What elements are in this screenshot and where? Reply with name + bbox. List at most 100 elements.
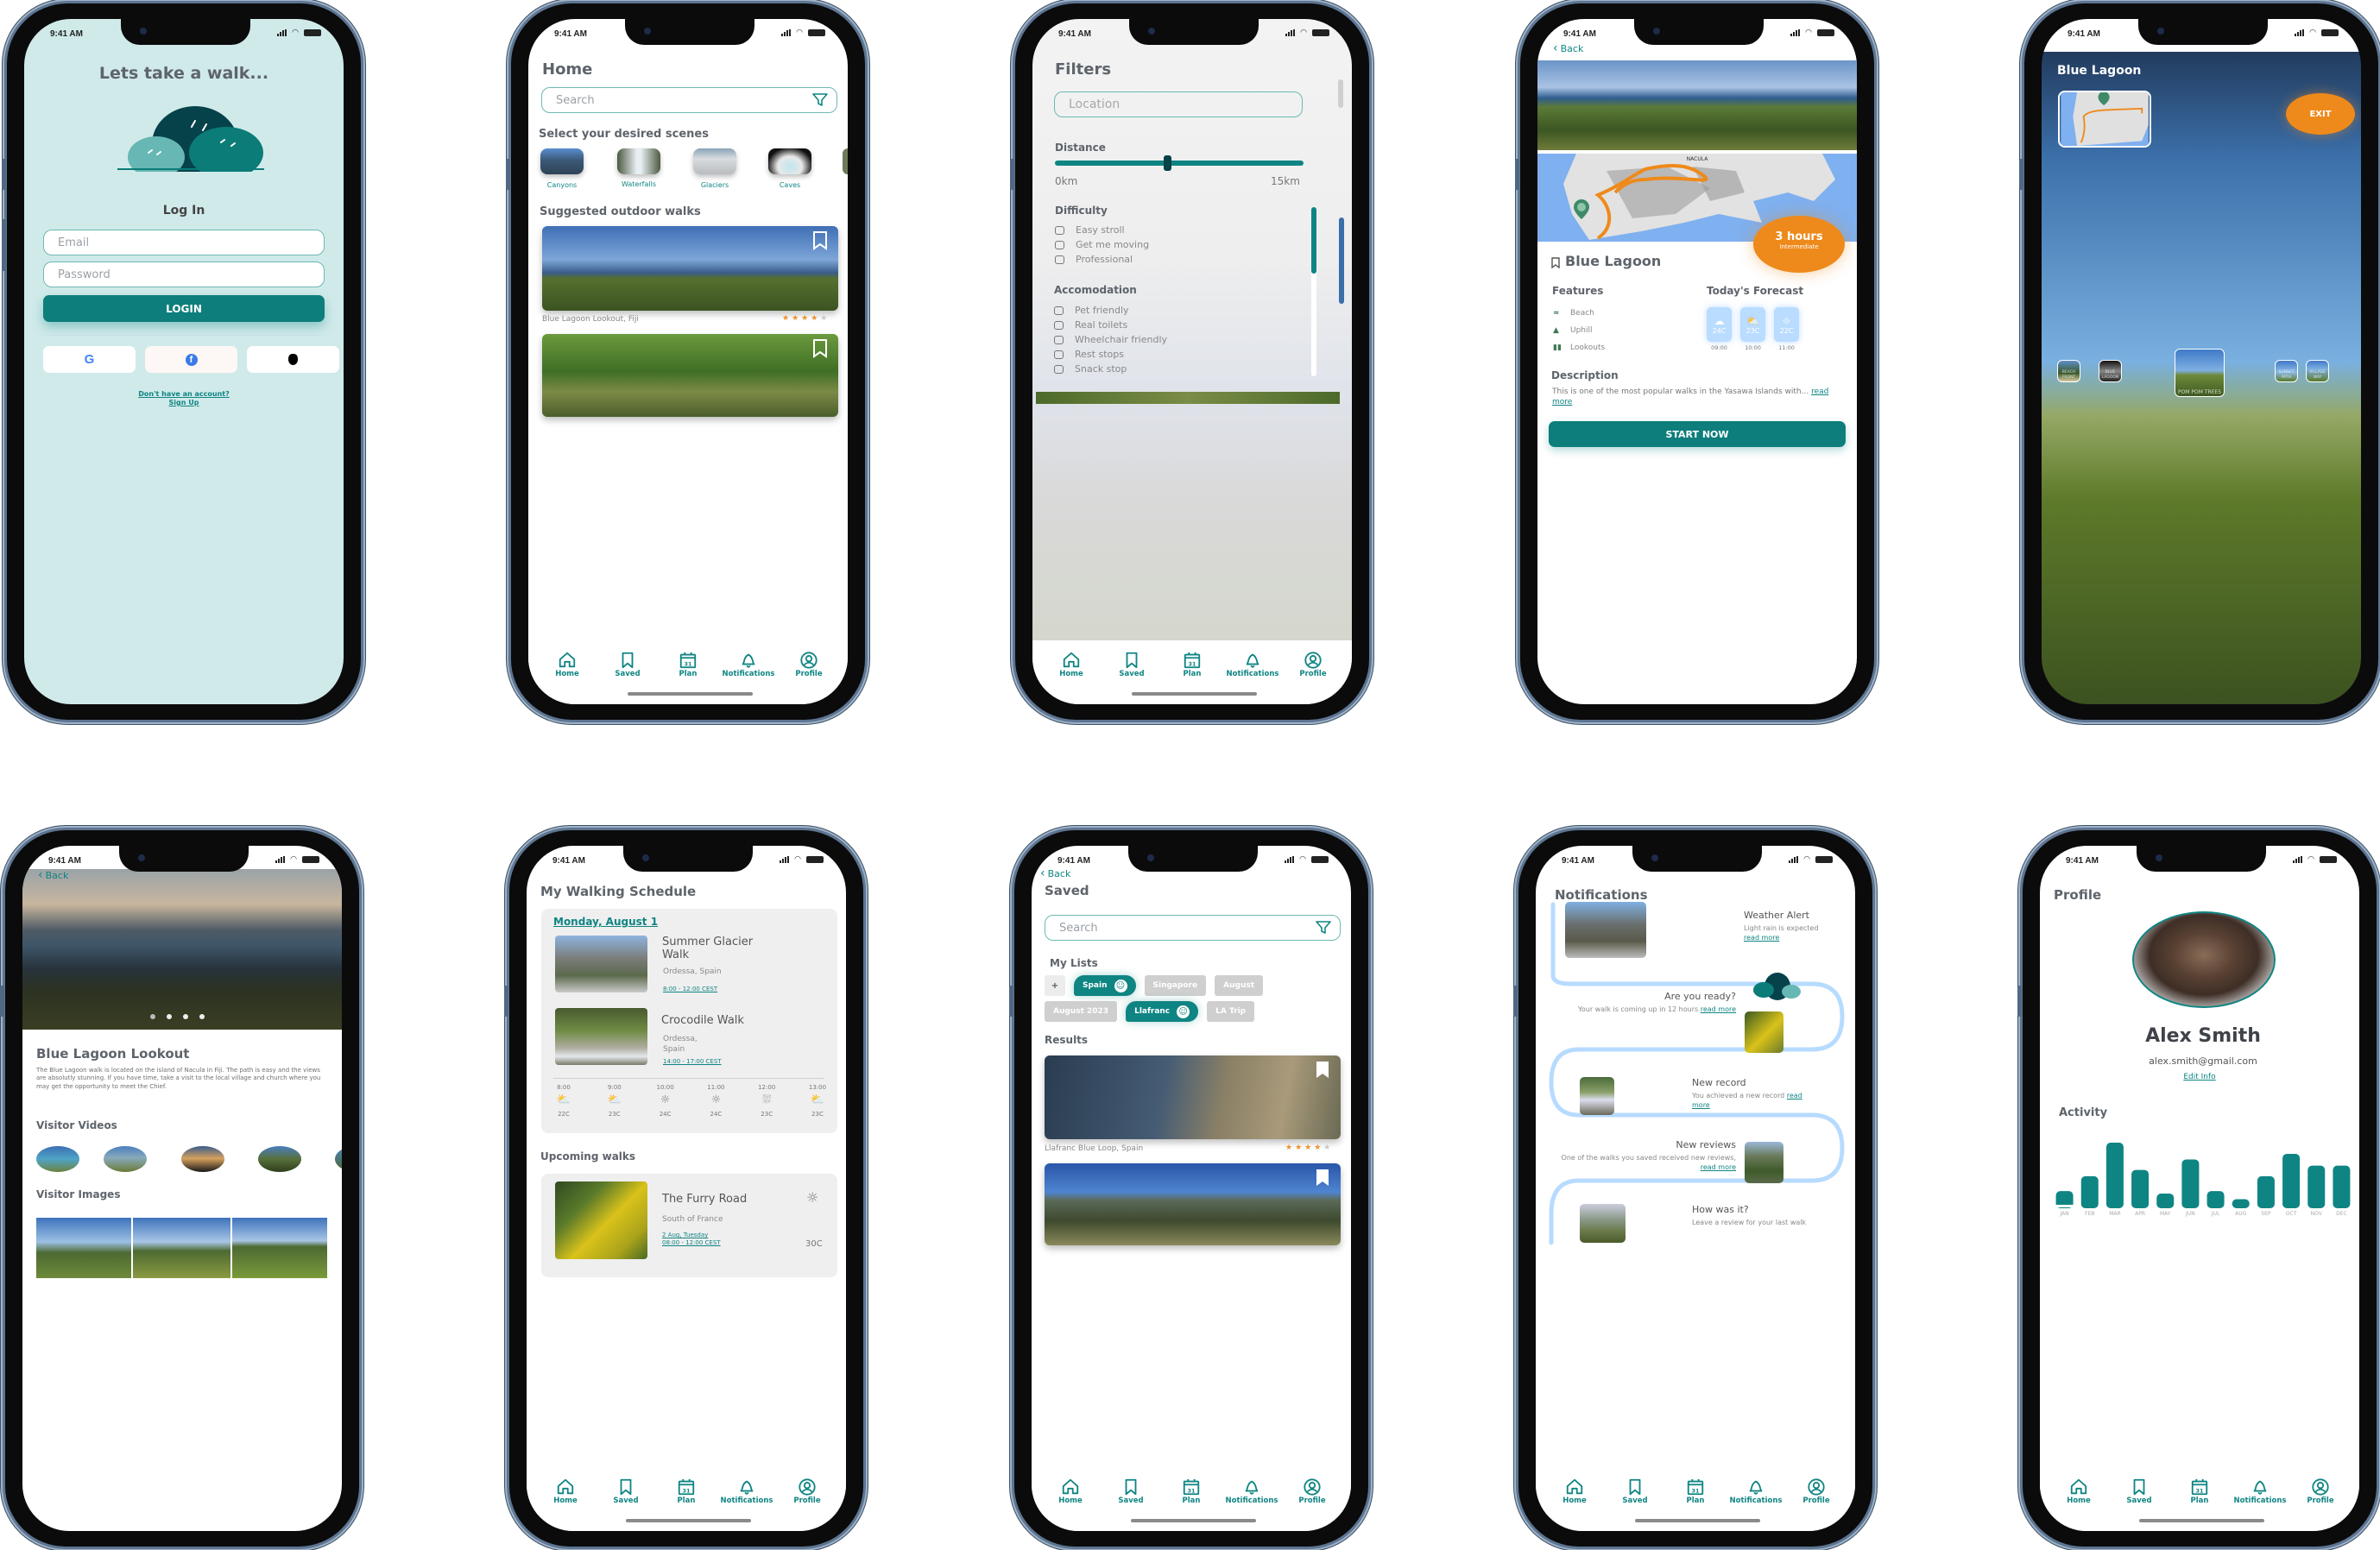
filter-icon[interactable] [1316, 921, 1331, 935]
filter-icon[interactable] [812, 93, 828, 107]
schedule-walk[interactable]: Crocodile Walk Ordessa, Spain 14:00 - 17… [555, 1008, 831, 1065]
bookmark-icon[interactable] [812, 231, 828, 250]
visitor-image[interactable] [232, 1218, 327, 1278]
checkbox-option[interactable]: Get me moving [1055, 237, 1149, 252]
back-button[interactable]: ‹ Back [1040, 866, 1070, 880]
checkbox[interactable] [1054, 320, 1064, 330]
bookmark-icon[interactable] [812, 339, 828, 358]
tab-home[interactable]: Home [541, 640, 593, 704]
upcoming-time[interactable]: 08:00 - 12:00 CEST [662, 1239, 721, 1246]
slider-handle[interactable] [1163, 155, 1171, 171]
distance-slider[interactable] [1055, 155, 1304, 171]
back-button[interactable]: ‹ Back [38, 868, 68, 882]
list-chip[interactable]: Singapore [1144, 975, 1207, 996]
list-chip[interactable]: August [1215, 975, 1264, 996]
result-name[interactable]: Llafranc Blue Loop, Spain [1045, 1144, 1143, 1153]
checkbox[interactable] [1055, 255, 1064, 264]
read-more-link[interactable]: read more [1744, 934, 1779, 942]
list-chip-active[interactable]: Llafranc ☺ [1126, 1001, 1199, 1022]
video-thumbnail[interactable] [258, 1146, 301, 1172]
schedule-walk[interactable]: Summer Glacier Walk Ordessa, Spain 8:00 … [555, 936, 831, 992]
scene-caves[interactable]: Caves [768, 148, 811, 189]
video-thumbnail[interactable] [104, 1146, 147, 1172]
email-input[interactable]: Email [43, 230, 325, 255]
photo-thumbnail[interactable]: BLUE LAGOON [2099, 360, 2122, 382]
day-date-link[interactable]: Monday, August 1 [553, 916, 658, 928]
tab-home[interactable]: Home [1045, 1467, 1096, 1531]
result-card-image[interactable] [1045, 1163, 1341, 1245]
walk-card-image[interactable] [542, 226, 838, 311]
checkbox-option[interactable]: Rest stops [1054, 347, 1167, 362]
filter-scrollbar-thumb[interactable] [1311, 207, 1316, 274]
checkbox-option[interactable]: Snack stop [1054, 362, 1167, 376]
video-thumbnail[interactable] [181, 1146, 224, 1172]
photo-thumbnail[interactable]: SUNSET PATH [2275, 360, 2298, 382]
tab-profile[interactable]: Profile [783, 640, 835, 704]
carousel-dot[interactable] [199, 1014, 205, 1019]
add-list-button[interactable]: + [1045, 975, 1065, 996]
edit-info-link[interactable]: Edit Info [2040, 1073, 2359, 1081]
visitor-image[interactable] [133, 1218, 230, 1278]
upcoming-date[interactable]: 2 Aug, Tuesday [662, 1232, 708, 1238]
result-card-image[interactable] [1045, 1055, 1341, 1139]
photo-thumbnail-active[interactable]: POM POM TREES [2175, 349, 2225, 397]
walk-time[interactable]: 14:00 - 17:00 CEST [663, 1058, 722, 1065]
upcoming-card[interactable]: The Furry Road South of France 2 Aug, Tu… [541, 1174, 837, 1277]
scene-thumbnail-partial[interactable] [843, 148, 848, 174]
location-input[interactable]: Location [1054, 91, 1303, 117]
list-chip[interactable]: LA Trip [1207, 1001, 1255, 1022]
carousel-dot[interactable] [150, 1014, 155, 1019]
facebook-login-button[interactable]: f [145, 346, 237, 373]
checkbox-option[interactable]: Pet friendly [1054, 303, 1167, 318]
walk-name[interactable]: Blue Lagoon Lookout, Fiji [542, 315, 639, 324]
tab-home[interactable]: Home [1549, 1467, 1600, 1531]
photo-thumbnail[interactable]: BEACH FRONT [2057, 360, 2080, 382]
scene-glaciers[interactable]: Glaciers [693, 148, 736, 189]
hero-carousel-image[interactable] [22, 869, 342, 1030]
search-input[interactable]: Search [1045, 915, 1341, 941]
signup-link[interactable]: Sign Up [24, 399, 344, 407]
checkbox[interactable] [1055, 240, 1064, 249]
scene-canyons[interactable]: Canyons [540, 148, 584, 189]
visitor-image[interactable] [36, 1218, 131, 1278]
photo-thumbnail[interactable]: VILLAGE WAY [2306, 360, 2329, 382]
carousel-dot[interactable] [167, 1014, 172, 1019]
scrollbar-thumb[interactable] [1338, 79, 1343, 108]
tab-profile[interactable]: Profile [1287, 640, 1339, 704]
start-now-button[interactable]: START NOW [1549, 421, 1846, 447]
read-more-link[interactable]: read more [1701, 1005, 1736, 1013]
list-chip[interactable]: August 2023 [1045, 1001, 1118, 1022]
password-input[interactable]: Password [43, 261, 325, 287]
tab-profile[interactable]: Profile [2295, 1467, 2346, 1531]
video-thumbnail[interactable] [36, 1146, 79, 1172]
search-input[interactable]: Search [541, 87, 837, 113]
avatar[interactable] [2132, 911, 2276, 1008]
checkbox[interactable] [1054, 335, 1064, 344]
checkbox-option[interactable]: Professional [1055, 252, 1149, 267]
bookmark-icon[interactable] [1551, 257, 1560, 268]
tab-profile[interactable]: Profile [1286, 1467, 1338, 1531]
checkbox[interactable] [1054, 306, 1064, 315]
list-chip-active[interactable]: Spain ☺ [1074, 975, 1136, 996]
checkbox-option[interactable]: Real toilets [1054, 318, 1167, 332]
checkbox-option[interactable]: Easy stroll [1055, 223, 1149, 237]
tab-profile[interactable]: Profile [781, 1467, 833, 1531]
google-login-button[interactable]: G [43, 346, 136, 373]
walk-time[interactable]: 8:00 - 12:00 CEST [663, 986, 717, 992]
checkbox[interactable] [1054, 350, 1064, 359]
read-more-link[interactable]: read more [1701, 1163, 1736, 1171]
tab-profile[interactable]: Profile [1790, 1467, 1842, 1531]
video-thumbnail[interactable] [335, 1146, 342, 1172]
tab-home[interactable]: Home [2053, 1467, 2105, 1531]
apple-login-button[interactable] [247, 346, 339, 373]
walk-card-image[interactable] [542, 334, 838, 417]
tab-home[interactable]: Home [540, 1467, 591, 1531]
tab-home[interactable]: Home [1045, 640, 1097, 704]
bookmark-filled-icon[interactable] [1315, 1169, 1330, 1188]
filter-scrollbar[interactable] [1311, 207, 1316, 376]
checkbox-option[interactable]: Wheelchair friendly [1054, 332, 1167, 347]
login-button[interactable]: LOGIN [43, 295, 325, 322]
carousel-dot[interactable] [183, 1014, 188, 1019]
back-button[interactable]: ‹ Back [1553, 41, 1583, 55]
bookmark-filled-icon[interactable] [1315, 1061, 1330, 1080]
